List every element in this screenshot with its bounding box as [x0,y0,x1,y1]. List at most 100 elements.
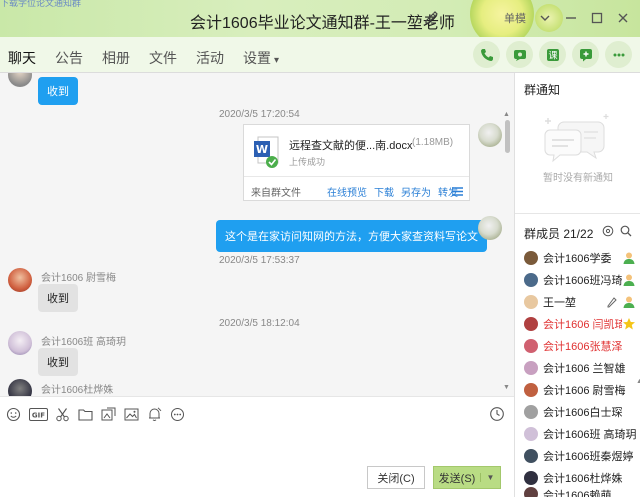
input-toolbar: GIF [5,406,186,423]
message-input-area[interactable]: GIF 关闭(C) 发送(S) ▼ [0,396,514,497]
avatar [524,251,538,265]
member-name: 会计1606班冯琦 [543,275,622,287]
send-button[interactable]: 发送(S) ▼ [433,466,501,489]
window-top-text: 下载学位论文通知群 [0,0,82,8]
scroll-up-arrow-icon[interactable]: ▲ [636,378,640,385]
admin-badge-icon [623,252,635,264]
admin-badge-icon [623,274,635,286]
scissors-icon[interactable] [54,406,71,423]
panel-divider [515,213,640,214]
tab-settings-label: 设置 [243,50,271,66]
mode-label[interactable]: 单模 [504,10,526,26]
message-bubble[interactable]: 收到 [38,284,78,312]
gif-icon[interactable]: GIF [28,406,48,423]
word-doc-icon: W [254,136,279,168]
member-name: 会计1606学委 [543,253,612,265]
member-item[interactable]: 会计1606赖萌 [524,487,636,497]
message-timestamp: 2020/3/5 17:20:54 [219,109,300,120]
add-app-icon[interactable] [572,41,599,68]
owner-badge-icon [623,296,635,308]
tab-chat[interactable]: 聊天 [8,48,36,68]
close-icon[interactable] [612,8,634,28]
tab-files[interactable]: 文件 [149,48,177,68]
avatar [524,317,538,331]
nav-bar: 聊天 公告 相册 文件 活动 设置 ▾ 课 [0,37,640,73]
member-name: 会计1606 闫凯琦 [543,319,622,331]
close-button[interactable]: 关闭(C) [367,466,425,489]
avatar[interactable] [8,73,32,87]
folder-icon[interactable] [77,406,94,423]
sender-name[interactable]: 会计1606班 高琦玥 [41,333,126,348]
avatar[interactable] [8,379,32,396]
member-item[interactable]: 王一堃 [524,293,636,311]
avatar [524,383,538,397]
emoji-icon[interactable] [5,406,22,423]
avatar [524,405,538,419]
scroll-down-arrow-icon[interactable]: ▼ [503,384,510,391]
member-item[interactable]: 会计1606班 高琦玥 [524,425,636,443]
avatar [524,427,538,441]
message-bubble[interactable]: 收到 [38,77,78,105]
upload-status: 上传成功 [289,157,326,167]
member-item[interactable]: 会计1606 闫凯琦 [524,315,636,333]
member-item[interactable]: 会计1606张慧泽 [524,337,636,355]
video-call-icon[interactable] [506,41,533,68]
download-link[interactable]: 下载 [374,184,394,199]
avatar[interactable] [8,268,32,292]
avatar [524,471,538,485]
class-icon[interactable]: 课 [539,41,566,68]
avatar[interactable] [478,216,502,240]
member-settings-icon[interactable] [602,225,614,237]
hamburger-menu-icon[interactable] [452,187,463,196]
chat-scrollbar[interactable] [505,120,510,153]
group-side-panel: 群通知 暂时没有新通知 群成员 21/22 会计1606学委 会计1606班冯琦… [514,73,640,497]
message-bubble[interactable]: 收到 [38,348,78,376]
file-name[interactable]: 远程查文献的便...南.docx [289,137,412,153]
send-options-chevron-icon[interactable]: ▼ [480,473,500,482]
member-item[interactable]: 会计1606班秦煜婷 [524,447,636,465]
tab-announcement[interactable]: 公告 [55,48,83,68]
title-bar: 下载学位论文通知群 会计1606毕业论文通知群-王一堃老师 单模 [0,0,640,37]
history-clock-icon[interactable] [489,406,505,422]
scroll-up-arrow-icon[interactable]: ▲ [503,111,510,118]
notice-title: 群通知 [524,83,561,97]
tab-activity[interactable]: 活动 [196,48,224,68]
more-icon[interactable] [605,41,632,68]
bell-icon[interactable] [146,406,163,423]
avatar [524,487,538,497]
svg-text:GIF: GIF [31,412,44,420]
avatar[interactable] [8,331,32,355]
chat-history[interactable]: 收到 2020/3/5 17:20:54 W 远程查文献的便...南.docx … [0,73,514,396]
member-item[interactable]: 会计1606白士琛 [524,403,636,421]
file-card[interactable]: W 远程查文献的便...南.docx (1.18MB) 上传成功 来自群文件 在… [243,124,470,201]
sender-name[interactable]: 会计1606 尉雪梅 [41,269,116,284]
phone-icon[interactable] [473,41,500,68]
member-item[interactable]: 会计1606 尉雪梅 [524,381,636,399]
tab-album[interactable]: 相册 [102,48,130,68]
member-name: 会计1606班 高琦玥 [543,429,636,441]
avatar[interactable] [478,123,502,147]
message-timestamp: 2020/3/5 17:53:37 [219,255,300,266]
member-item[interactable]: 会计1606班冯琦 [524,271,636,289]
star-badge-icon [623,318,635,330]
message-timestamp: 2020/3/5 18:12:04 [219,318,300,329]
member-name: 会计1606 尉雪梅 [543,385,626,397]
image-edit-icon[interactable] [100,406,117,423]
sender-name[interactable]: 会计1606杜烨姝 [41,381,113,396]
tab-settings[interactable]: 设置 ▾ [243,48,279,68]
more-dots-icon[interactable] [169,406,186,423]
search-icon[interactable] [620,225,632,237]
member-item[interactable]: 会计1606 兰智雄 [524,359,636,377]
chevron-down-icon[interactable] [534,8,556,28]
member-item[interactable]: 会计1606学委 [524,249,636,267]
svg-text:W: W [256,143,268,156]
member-item[interactable]: 会计1606杜烨姝 [524,469,636,487]
minimize-icon[interactable] [560,8,582,28]
edit-pencil-icon[interactable] [424,10,438,24]
edit-pencil-icon[interactable] [606,296,618,308]
maximize-icon[interactable] [586,8,608,28]
picture-icon[interactable] [123,406,140,423]
save-as-link[interactable]: 另存为 [401,184,431,199]
preview-online-link[interactable]: 在线预览 [327,184,367,199]
message-bubble[interactable]: 这个是在家访问知网的方法，方便大家查资料写论文 [216,220,487,252]
